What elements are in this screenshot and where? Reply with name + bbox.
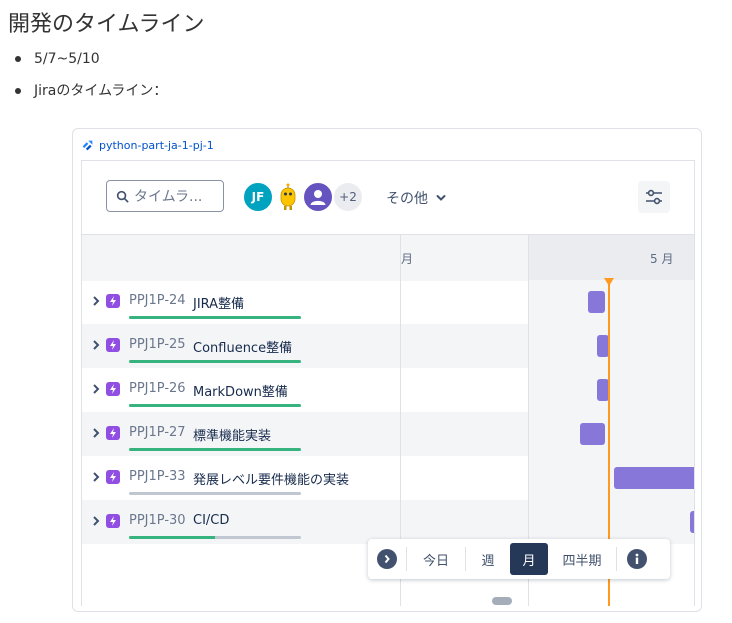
issue-summary[interactable]: MarkDown整備 (193, 381, 288, 400)
search-icon (116, 190, 129, 202)
issue-key[interactable]: PPJ1P-27 (129, 425, 186, 440)
avatar-user[interactable] (302, 181, 334, 213)
other-filter-dropdown[interactable]: その他 (386, 188, 446, 208)
timeline-bar[interactable] (588, 291, 605, 313)
issue-summary[interactable]: JIRA整備 (193, 293, 244, 312)
table-row[interactable]: PPJ1P-33 発展レベル要件機能の実装 (82, 456, 694, 500)
issue-key[interactable]: PPJ1P-25 (129, 337, 186, 352)
bullet-date-range: 5/7~5/10 (12, 48, 167, 80)
month-column-may: 5 月 (528, 235, 694, 281)
month-column-april: 月 (400, 235, 528, 281)
issue-key[interactable]: PPJ1P-33 (129, 469, 186, 484)
timeline-bar[interactable] (614, 467, 694, 489)
horizontal-scrollbar[interactable] (492, 597, 512, 605)
bullet-jira-timeline: Jiraのタイムライン： (12, 80, 167, 112)
epic-icon (106, 514, 120, 528)
project-link[interactable]: python-part-ja-1-pj-1 (81, 137, 214, 153)
issue-key[interactable]: PPJ1P-30 (129, 513, 186, 528)
timeline-bar[interactable] (690, 511, 694, 533)
issue-summary[interactable]: CI/CD (193, 513, 229, 528)
project-name[interactable]: python-part-ja-1-pj-1 (99, 139, 214, 152)
progress-bar (129, 316, 301, 319)
user-icon (310, 190, 326, 205)
month-label-april: 月 (401, 252, 414, 266)
timeline-header: 月 5 月 (82, 234, 694, 281)
month-label-may: 5 月 (650, 252, 674, 266)
info-icon (627, 549, 647, 569)
issue-key[interactable]: PPJ1P-24 (129, 293, 186, 308)
timeline-bar[interactable] (580, 423, 605, 445)
epic-icon (106, 338, 120, 352)
progress-bar (129, 360, 301, 363)
chevron-right-icon[interactable] (91, 471, 101, 483)
search-input[interactable]: タイムラ... (106, 180, 224, 212)
chevron-right-icon[interactable] (91, 427, 101, 439)
week-button[interactable]: 週 (466, 543, 510, 575)
epic-icon (106, 382, 120, 396)
issue-summary[interactable]: 標準機能実装 (193, 425, 271, 444)
progress-bar (129, 448, 301, 451)
issue-summary[interactable]: Confluence整備 (193, 337, 292, 356)
view-settings-button[interactable] (638, 181, 670, 213)
avatar-jf[interactable]: JF (242, 181, 274, 213)
epic-icon (106, 294, 120, 308)
jira-timeline-embed: python-part-ja-1-pj-1 タイムラ... JF +2 その他 … (72, 128, 702, 612)
timeline-frame: タイムラ... JF +2 その他 月 5 月 PPJ1P-24 JIRA整備 … (81, 160, 695, 606)
progress-bar (129, 536, 301, 539)
today-marker-icon (604, 278, 614, 286)
list-header (82, 235, 400, 281)
issue-summary[interactable]: 発展レベル要件機能の実装 (193, 469, 349, 488)
more-avatars-badge[interactable]: +2 (332, 181, 364, 213)
chevron-right-icon[interactable] (91, 295, 101, 307)
progress-bar (129, 404, 301, 407)
avatar-group: JF +2 (242, 181, 364, 213)
page-title: 開発のタイムライン (8, 12, 205, 37)
chevron-right-icon[interactable] (91, 383, 101, 395)
epic-icon (106, 470, 120, 484)
sliders-icon (646, 189, 662, 205)
month-button[interactable]: 月 (510, 543, 548, 575)
progress-bar (129, 492, 301, 495)
quarter-button[interactable]: 四半期 (548, 543, 616, 575)
chevron-right-circle-icon (377, 549, 397, 569)
timeline-toolbar: タイムラ... JF +2 その他 (82, 161, 694, 234)
robot-icon (280, 183, 296, 210)
info-button[interactable] (617, 543, 657, 575)
table-row[interactable]: PPJ1P-30 CI/CD (82, 500, 694, 544)
epic-icon (106, 426, 120, 440)
search-placeholder: タイムラ... (134, 189, 203, 205)
bullet-list: 5/7~5/10 Jiraのタイムライン： (12, 48, 167, 112)
zoom-toolbar: 今日 週 月 四半期 (368, 539, 670, 579)
chevron-down-icon (436, 195, 446, 201)
jira-logo-icon (82, 140, 93, 150)
today-button[interactable]: 今日 (407, 543, 465, 575)
issue-key[interactable]: PPJ1P-26 (129, 381, 186, 396)
chevron-right-icon[interactable] (91, 515, 101, 527)
avatar-robot[interactable] (272, 181, 304, 213)
chevron-right-icon[interactable] (91, 339, 101, 351)
collapse-toolbar-button[interactable] (368, 543, 406, 575)
